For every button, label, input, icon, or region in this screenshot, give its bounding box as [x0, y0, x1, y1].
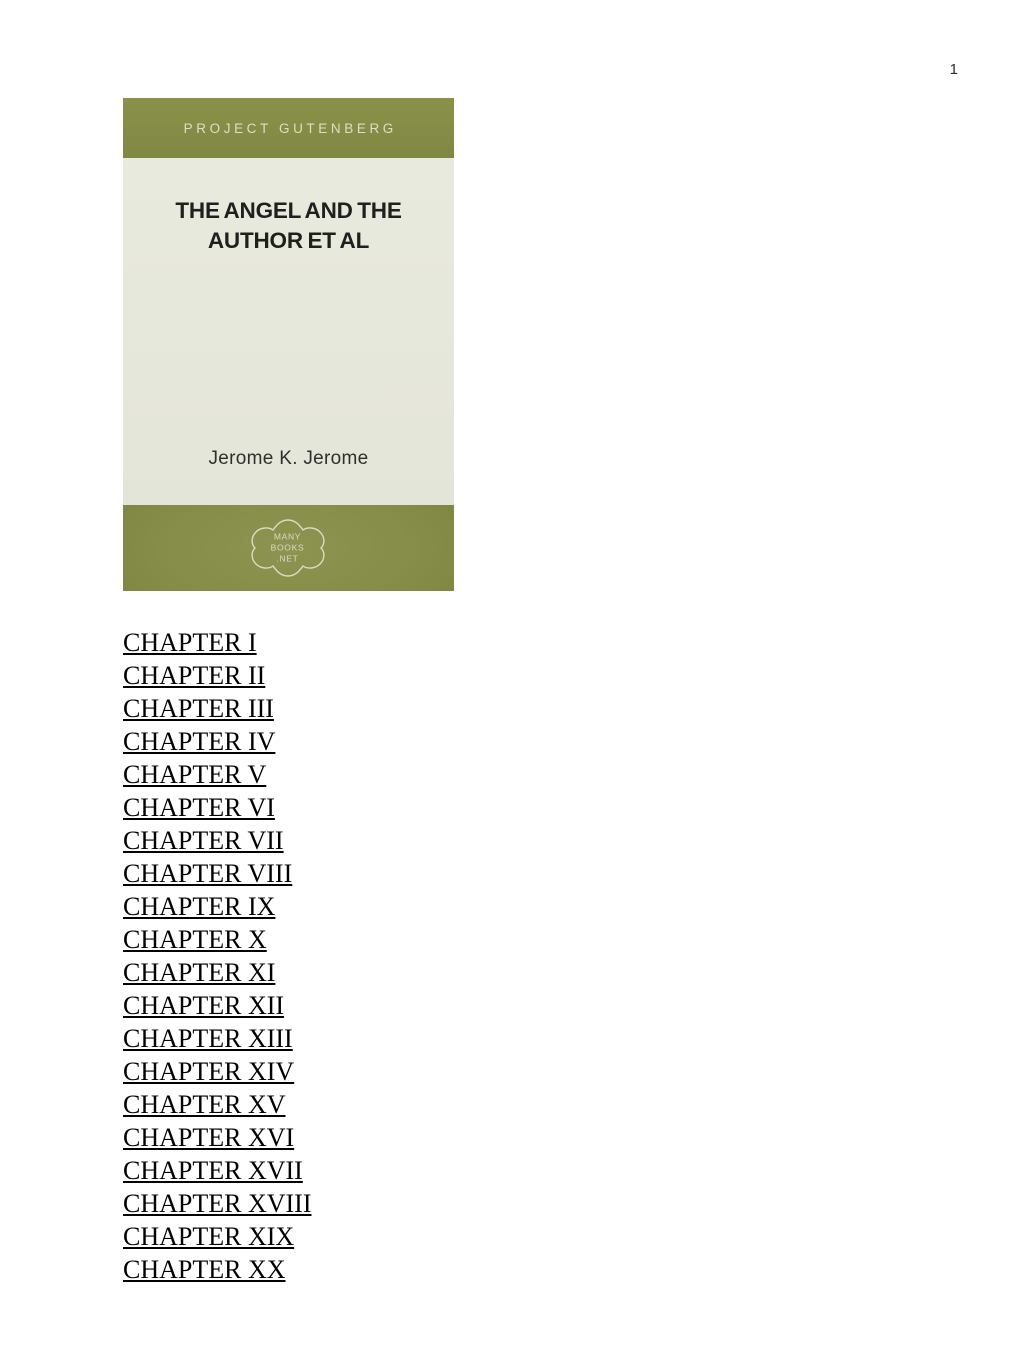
list-item: CHAPTER VII — [123, 824, 723, 857]
list-item: CHAPTER II — [123, 659, 723, 692]
list-item: CHAPTER IV — [123, 725, 723, 758]
list-item: CHAPTER IX — [123, 890, 723, 923]
list-item: CHAPTER XVIII — [123, 1187, 723, 1220]
cover-top-band: PROJECT GUTENBERG — [123, 98, 454, 158]
list-item: CHAPTER XVII — [123, 1154, 723, 1187]
chapter-link-3[interactable]: CHAPTER III — [123, 694, 274, 723]
manybooks-logo-text: MANY BOOKS .NET — [246, 532, 330, 565]
chapter-link-2[interactable]: CHAPTER II — [123, 661, 265, 690]
chapter-link-17[interactable]: CHAPTER XVII — [123, 1156, 303, 1185]
chapter-link-4[interactable]: CHAPTER IV — [123, 727, 275, 756]
cover-title: THE ANGEL AND THE AUTHOR ET AL — [123, 196, 454, 256]
cover-title-line-2: AUTHOR ET AL — [207, 228, 370, 253]
list-item: CHAPTER VI — [123, 791, 723, 824]
logo-line-2: BOOKS — [270, 542, 305, 553]
list-item: CHAPTER I — [123, 626, 723, 659]
list-item: CHAPTER XIII — [123, 1022, 723, 1055]
chapter-link-15[interactable]: CHAPTER XV — [123, 1090, 286, 1119]
list-item: CHAPTER XV — [123, 1088, 723, 1121]
list-item: CHAPTER XI — [123, 956, 723, 989]
chapter-link-5[interactable]: CHAPTER V — [123, 760, 266, 789]
chapter-link-10[interactable]: CHAPTER X — [123, 925, 267, 954]
manybooks-net-logo-icon: MANY BOOKS .NET — [246, 517, 330, 579]
list-item: CHAPTER XIV — [123, 1055, 723, 1088]
chapter-link-9[interactable]: CHAPTER IX — [123, 892, 275, 921]
cover-middle-panel: THE ANGEL AND THE AUTHOR ET AL Jerome K.… — [123, 158, 454, 505]
list-item: CHAPTER XX — [123, 1253, 723, 1286]
chapter-link-14[interactable]: CHAPTER XIV — [123, 1057, 294, 1086]
list-item: CHAPTER VIII — [123, 857, 723, 890]
table-of-contents: CHAPTER I CHAPTER II CHAPTER III CHAPTER… — [123, 626, 723, 1286]
cover-author-name: Jerome K. Jerome — [208, 448, 369, 469]
list-item: CHAPTER III — [123, 692, 723, 725]
chapter-link-20[interactable]: CHAPTER XX — [123, 1255, 286, 1284]
list-item: CHAPTER XII — [123, 989, 723, 1022]
chapter-link-6[interactable]: CHAPTER VI — [123, 793, 275, 822]
chapter-link-8[interactable]: CHAPTER VIII — [123, 859, 292, 888]
list-item: CHAPTER XIX — [123, 1220, 723, 1253]
chapter-link-13[interactable]: CHAPTER XIII — [123, 1024, 293, 1053]
page-number: 1 — [949, 61, 958, 78]
chapter-link-1[interactable]: CHAPTER I — [123, 628, 257, 657]
chapter-link-11[interactable]: CHAPTER XI — [123, 958, 275, 987]
chapter-link-12[interactable]: CHAPTER XII — [123, 991, 284, 1020]
chapter-link-7[interactable]: CHAPTER VII — [123, 826, 284, 855]
cover-publisher-label: PROJECT GUTENBERG — [183, 120, 397, 136]
cover-bottom-band: MANY BOOKS .NET — [123, 505, 454, 591]
chapter-link-16[interactable]: CHAPTER XVI — [123, 1123, 294, 1152]
list-item: CHAPTER XVI — [123, 1121, 723, 1154]
list-item: CHAPTER X — [123, 923, 723, 956]
chapter-link-18[interactable]: CHAPTER XVIII — [123, 1189, 312, 1218]
list-item: CHAPTER V — [123, 758, 723, 791]
logo-line-1: MANY — [273, 531, 302, 542]
cover-title-line-1: THE ANGEL AND THE — [175, 198, 402, 223]
logo-line-3: .NET — [276, 553, 299, 564]
chapter-link-19[interactable]: CHAPTER XIX — [123, 1222, 294, 1251]
book-cover-image: PROJECT GUTENBERG THE ANGEL AND THE AUTH… — [123, 98, 454, 591]
